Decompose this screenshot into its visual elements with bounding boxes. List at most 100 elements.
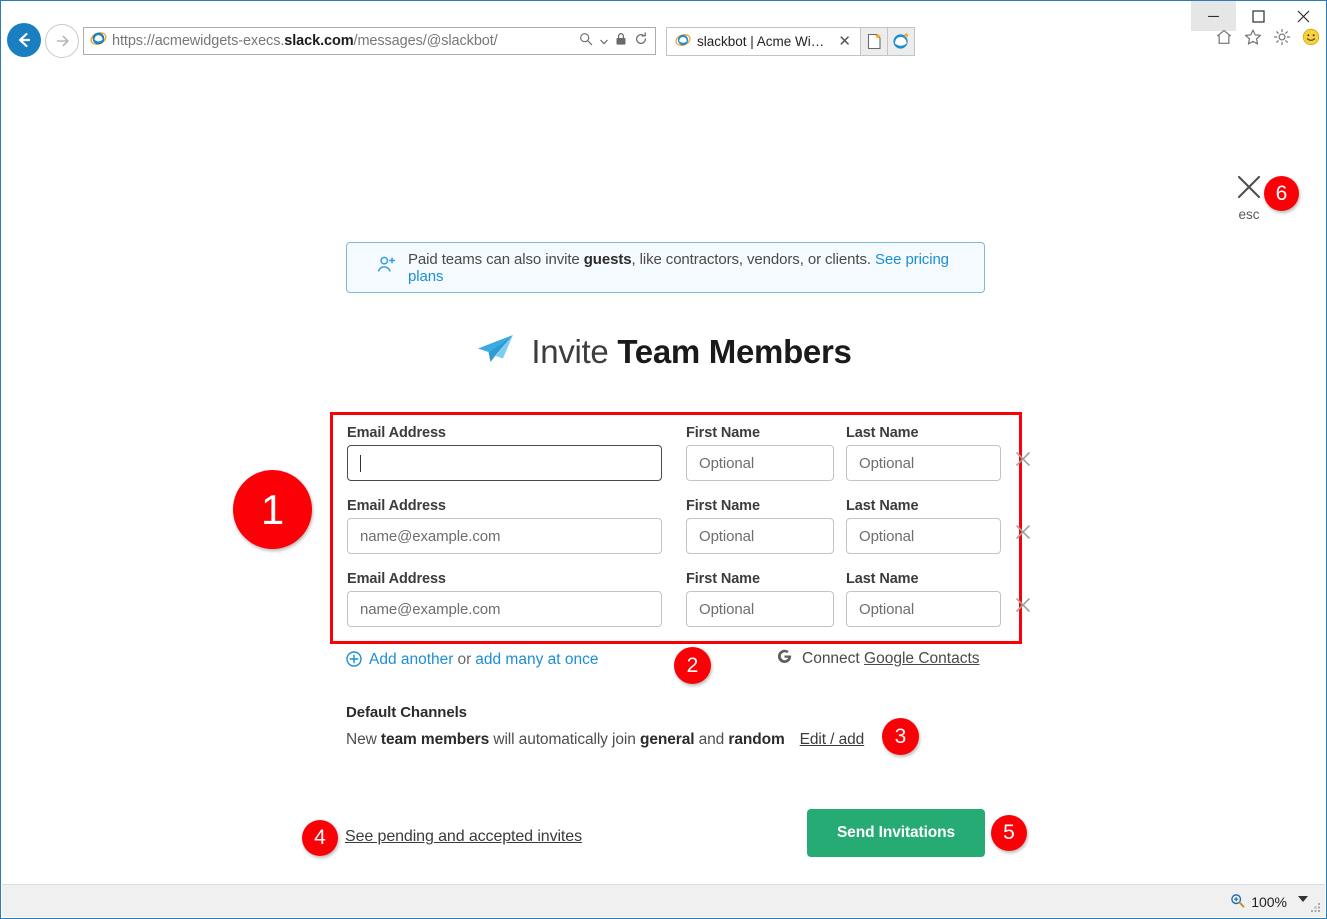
invite-row-last-name-field: Last Name Optional: [846, 571, 1001, 627]
new-edge-tab-button[interactable]: [888, 27, 915, 56]
send-invitations-button[interactable]: Send Invitations: [807, 809, 985, 857]
star-icon[interactable]: [1244, 28, 1262, 51]
smiley-face-icon[interactable]: [1302, 28, 1320, 51]
close-dialog-button[interactable]: esc: [1232, 174, 1266, 222]
page-title-bold: Team Members: [617, 332, 852, 370]
zoom-level-label: 100%: [1251, 894, 1287, 910]
edit-add-channels-link[interactable]: Edit / add: [800, 731, 865, 748]
annotation-badge-2: 2: [674, 647, 711, 684]
back-button[interactable]: [7, 23, 41, 57]
browser-chrome: https://acmewidgets-execs.slack.com/mess…: [1, 1, 1326, 62]
minimize-button[interactable]: ─: [1191, 1, 1236, 31]
google-contacts-link[interactable]: Google Contacts: [864, 650, 979, 667]
forward-button[interactable]: [45, 24, 79, 58]
last-name-input[interactable]: Optional: [846, 445, 1001, 481]
connect-google-text: Connect Google Contacts: [802, 650, 980, 668]
annotation-badge-4: 4: [302, 820, 338, 856]
email-input[interactable]: [347, 445, 662, 481]
invite-row-email-field: Email Address: [347, 425, 662, 481]
tab-title: slackbot | Acme Widgets Sl...: [697, 34, 827, 49]
google-g-icon: [776, 648, 793, 670]
dc-bold-general: general: [639, 731, 695, 748]
page-content: esc Paid teams can also invite guests, l…: [2, 62, 1325, 886]
first-name-input[interactable]: Optional: [686, 518, 834, 554]
connect-prefix: Connect: [802, 650, 865, 667]
remove-row-button[interactable]: [1015, 524, 1031, 544]
new-page-icon: [867, 33, 881, 50]
email-address-label: Email Address: [347, 571, 446, 587]
email-address-label: Email Address: [347, 425, 446, 441]
invite-row-email-field: Email Address name@example.com: [347, 571, 662, 627]
invite-row-last-name-field: Last Name Optional: [846, 498, 1001, 554]
chevron-down-icon[interactable]: [1298, 896, 1308, 902]
invite-row-email-field: Email Address name@example.com: [347, 498, 662, 554]
plus-circle-icon[interactable]: [346, 650, 362, 670]
back-arrow-icon: [18, 32, 31, 48]
gear-icon[interactable]: [1273, 28, 1291, 51]
add-another-link[interactable]: Add another: [369, 651, 453, 669]
status-bar: 100%: [2, 884, 1325, 917]
page-title-text: Invite Team Members: [531, 333, 851, 371]
esc-label: esc: [1238, 207, 1260, 222]
maximize-button[interactable]: [1236, 1, 1281, 31]
first-name-input[interactable]: Optional: [686, 445, 834, 481]
lock-icon: [615, 32, 627, 51]
zoom-control[interactable]: 100%: [1230, 893, 1287, 911]
annotation-badge-1: 1: [233, 470, 312, 549]
dc-desc-3: and: [694, 731, 729, 748]
maximize-icon: [1252, 9, 1265, 23]
email-address-label: Email Address: [347, 498, 446, 514]
close-window-button[interactable]: [1281, 1, 1326, 31]
address-bar-tools: [575, 31, 655, 51]
last-name-label: Last Name: [846, 571, 919, 587]
dc-bold-random: random: [728, 731, 785, 748]
guest-banner-text-before: Paid teams can also invite: [408, 250, 584, 268]
browser-tab-slackbot[interactable]: slackbot | Acme Widgets Sl... ✕: [666, 27, 861, 56]
add-row-separator: or: [457, 651, 472, 668]
invite-row: Email Address name@example.com First Nam…: [347, 498, 1030, 571]
first-name-label: First Name: [686, 571, 760, 587]
dc-desc-1: New: [346, 731, 381, 748]
first-name-label: First Name: [686, 498, 760, 514]
tab-close-icon[interactable]: ✕: [836, 34, 853, 49]
home-icon[interactable]: [1215, 28, 1233, 51]
resize-grip-icon[interactable]: [1310, 902, 1322, 914]
address-bar[interactable]: https://acmewidgets-execs.slack.com/mess…: [83, 27, 656, 55]
dc-bold-team-members: team members: [380, 731, 490, 748]
page-title: Invite Team Members: [2, 332, 1325, 371]
email-input[interactable]: name@example.com: [347, 591, 662, 627]
invite-row-last-name-field: Last Name Optional: [846, 425, 1001, 481]
remove-row-button[interactable]: [1015, 597, 1031, 617]
text-caret: [360, 454, 361, 472]
add-person-icon: [376, 254, 398, 281]
email-input[interactable]: name@example.com: [347, 518, 662, 554]
tab-strip: slackbot | Acme Widgets Sl... ✕: [666, 27, 915, 56]
chevron-down-icon[interactable]: [600, 32, 608, 50]
address-bar-url: https://acmewidgets-execs.slack.com/mess…: [112, 33, 498, 49]
close-icon: [1297, 10, 1310, 22]
browser-window: https://acmewidgets-execs.slack.com/mess…: [0, 0, 1327, 919]
last-name-label: Last Name: [846, 498, 919, 514]
invite-row-first-name-field: First Name Optional: [686, 571, 834, 627]
last-name-label: Last Name: [846, 425, 919, 441]
chrome-toolbar-icons: [1215, 28, 1320, 51]
last-name-input[interactable]: Optional: [846, 591, 1001, 627]
paper-plane-icon: [475, 332, 515, 371]
invite-row: Email Address name@example.com First Nam…: [347, 571, 1030, 644]
close-icon: [1232, 174, 1266, 205]
invite-row: Email Address First Name Optional Last N…: [347, 425, 1030, 498]
last-name-input[interactable]: Optional: [846, 518, 1001, 554]
connect-google-contacts[interactable]: Connect Google Contacts: [776, 648, 980, 670]
close-icon: [1016, 598, 1030, 612]
refresh-icon[interactable]: [634, 31, 648, 51]
remove-row-button[interactable]: [1015, 451, 1031, 471]
forward-arrow-icon: [56, 35, 69, 47]
see-pending-invites-link[interactable]: See pending and accepted invites: [345, 828, 582, 846]
add-many-at-once-link[interactable]: add many at once: [475, 651, 598, 669]
guest-banner-text-after: , like contractors, vendors, or clients.: [631, 250, 875, 268]
annotation-badge-6: 6: [1264, 176, 1299, 211]
search-icon[interactable]: [579, 32, 593, 51]
invite-row-first-name-field: First Name Optional: [686, 425, 834, 481]
first-name-input[interactable]: Optional: [686, 591, 834, 627]
new-tab-button[interactable]: [861, 27, 888, 56]
